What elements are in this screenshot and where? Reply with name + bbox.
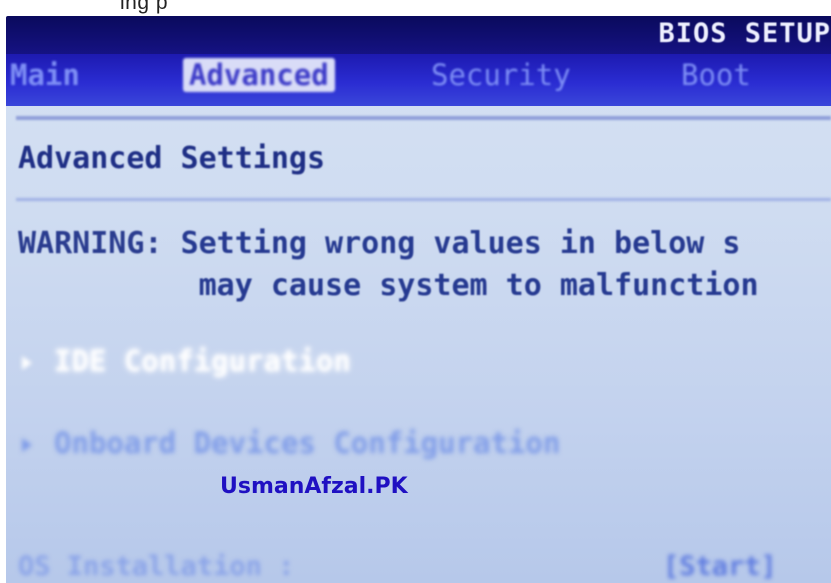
- submenu-arrow-icon: [22, 438, 32, 452]
- menu-item-label: Onboard Devices Configuration: [54, 426, 561, 460]
- bios-header: BIOS SETUP: [6, 16, 831, 54]
- tab-bar: Main Advanced Security Boot: [6, 54, 831, 106]
- bios-photo: ing p BIOS SETUP Main Advanced Security …: [0, 0, 831, 583]
- warning-label: WARNING:: [18, 226, 163, 261]
- menu-item-label: IDE Configuration: [54, 344, 351, 378]
- watermark-text: UsmanAfzal.PK: [220, 474, 408, 499]
- warning-text-line2: may cause system to malfunction: [198, 268, 759, 303]
- section-title: Advanced Settings: [18, 141, 326, 176]
- tab-boot[interactable]: Boot: [681, 58, 751, 92]
- tab-advanced[interactable]: Advanced: [183, 58, 335, 92]
- submenu-arrow-icon: [22, 356, 32, 370]
- bios-title: BIOS SETUP: [658, 18, 831, 49]
- divider: [16, 198, 831, 201]
- warning-text-line1: Setting wrong values in below s: [180, 226, 741, 261]
- menu-item-ide-configuration[interactable]: IDE Configuration: [22, 344, 351, 378]
- cropped-caption-text: ing p: [120, 0, 169, 14]
- warning-message: WARNING: Setting wrong values in below s…: [18, 223, 759, 307]
- os-installation-value[interactable]: [Start]: [663, 551, 777, 582]
- tab-security[interactable]: Security: [431, 58, 571, 92]
- tab-main[interactable]: Main: [10, 58, 80, 92]
- document-top-strip: ing p: [0, 0, 831, 16]
- menu-item-onboard-devices-configuration[interactable]: Onboard Devices Configuration: [22, 426, 560, 460]
- os-installation-label: OS Installation :: [18, 551, 295, 582]
- bios-screen: BIOS SETUP Main Advanced Security Boot A…: [6, 16, 831, 583]
- divider: [16, 116, 831, 120]
